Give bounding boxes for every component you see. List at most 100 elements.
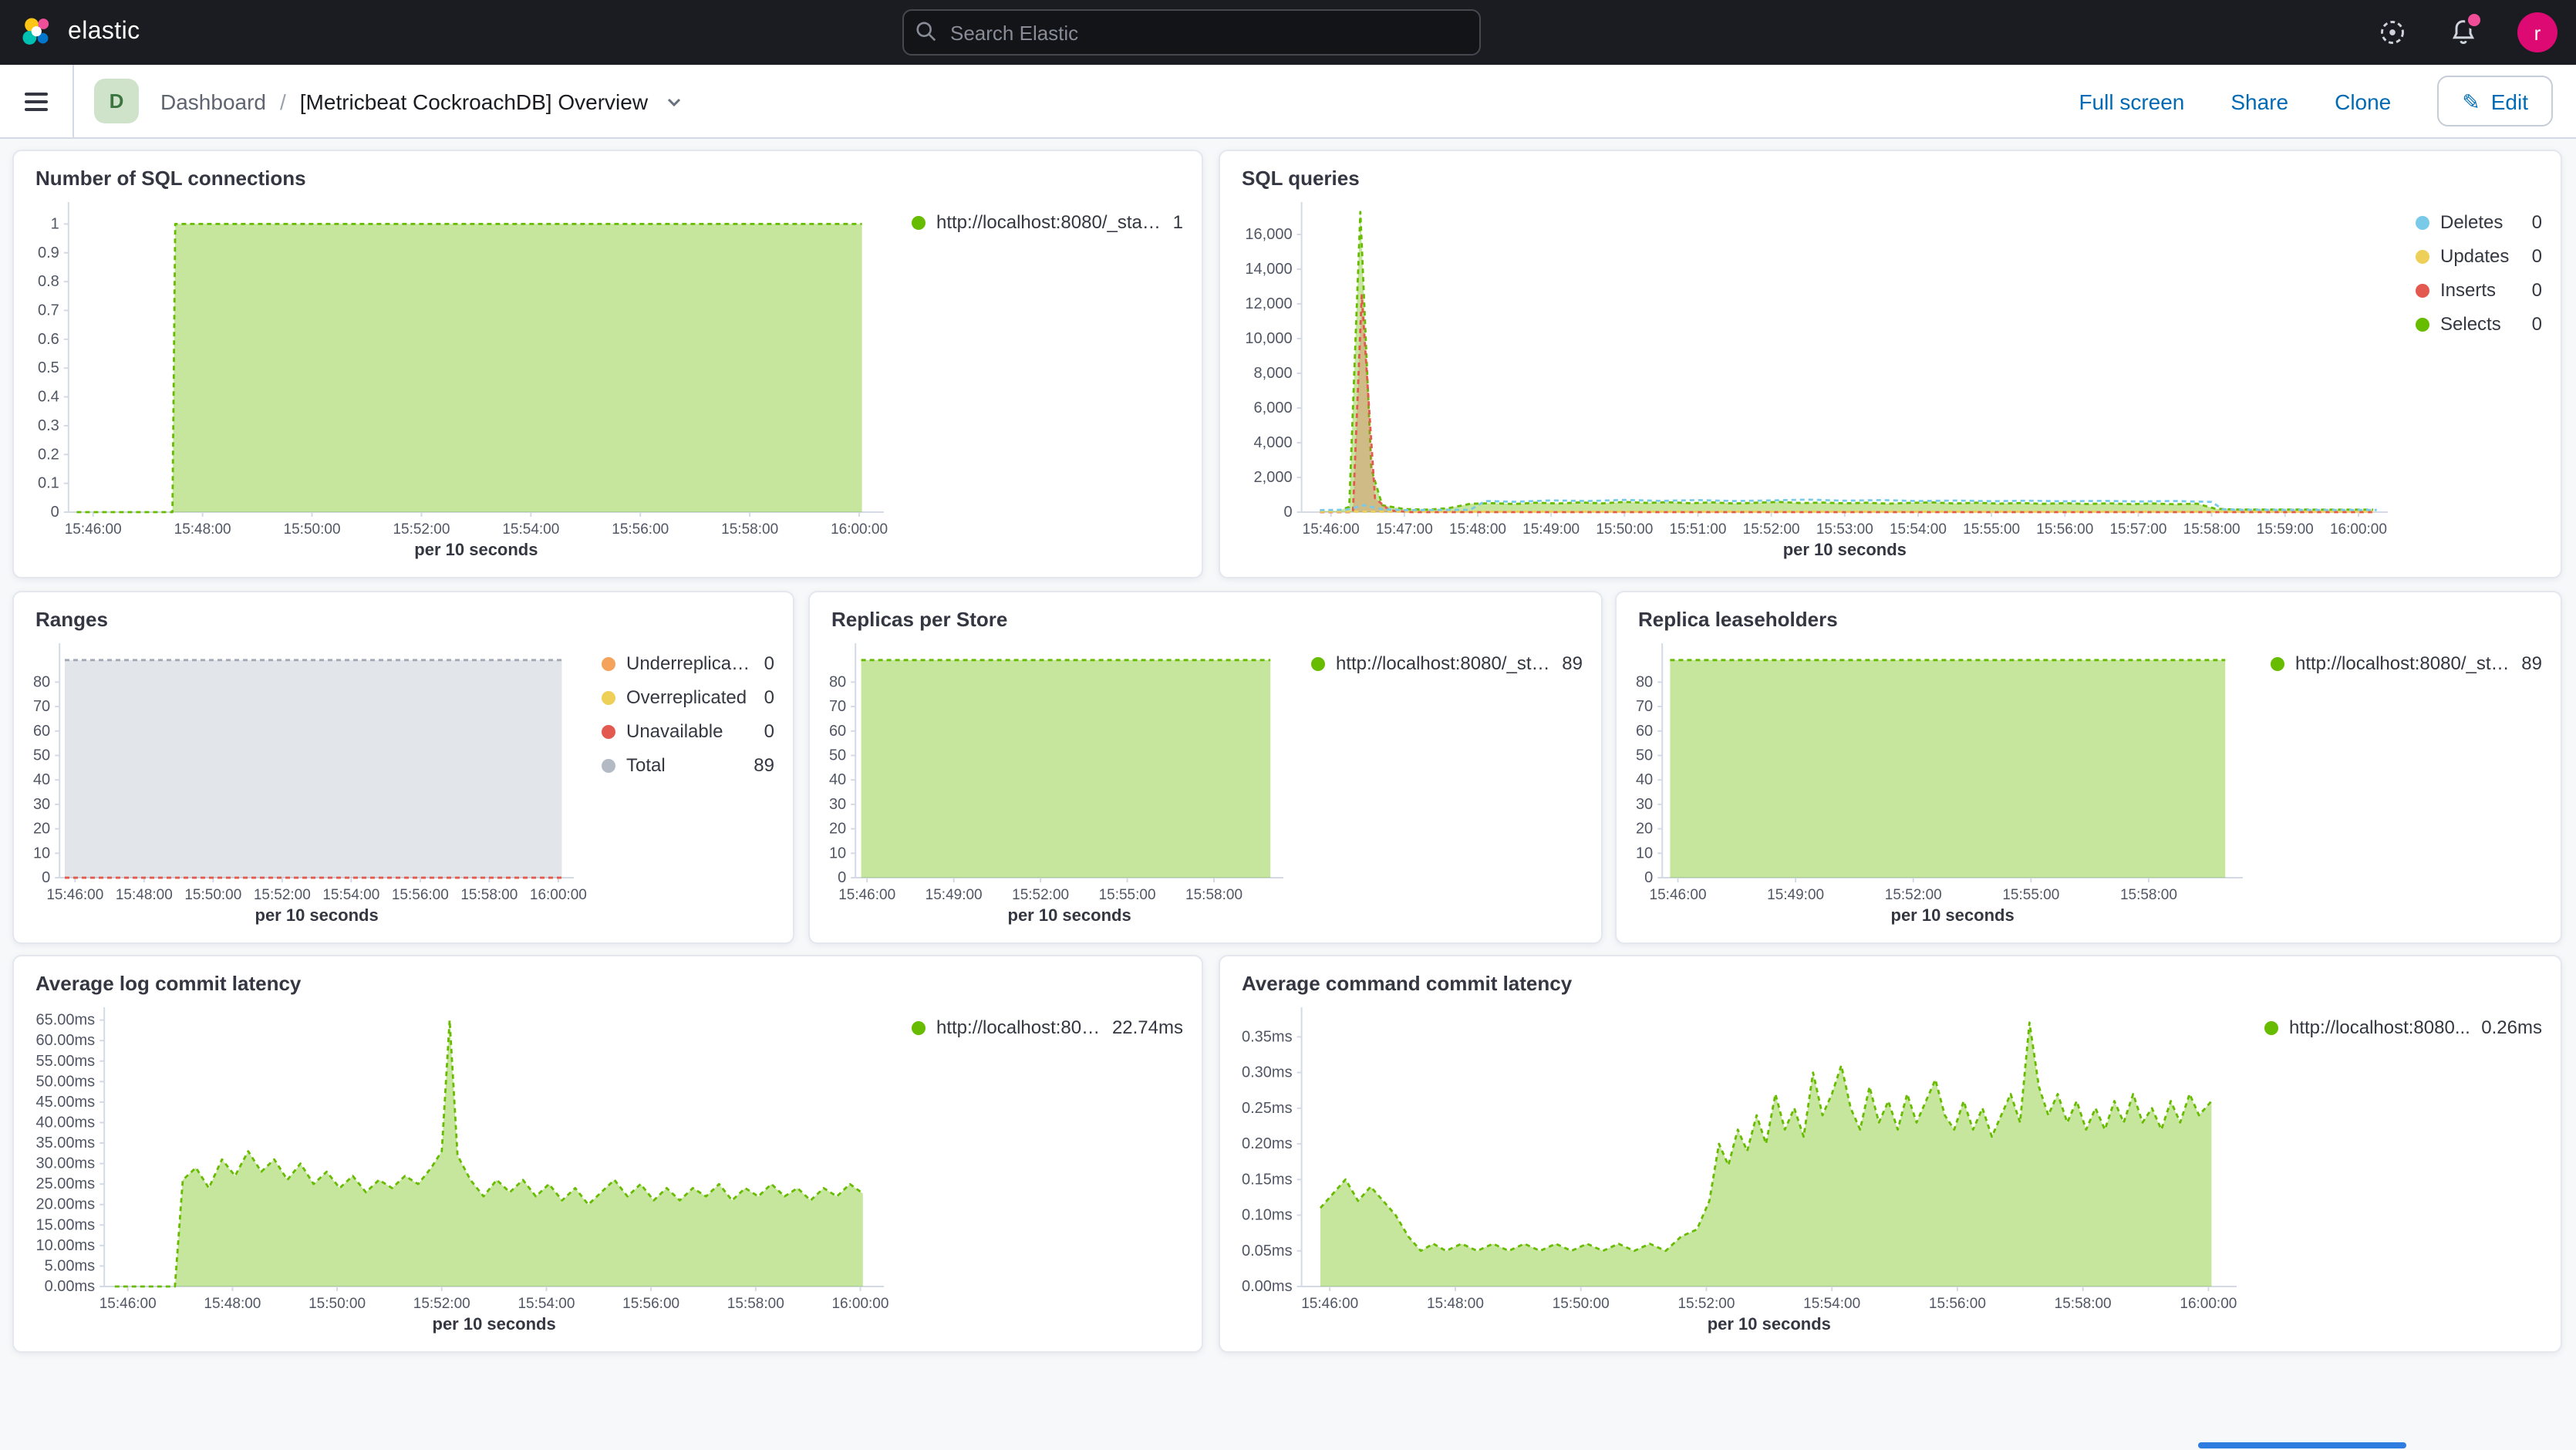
chart-legend: http://localhost:8080/_sta...89 (1299, 634, 1589, 930)
svg-text:15:51:00: 15:51:00 (1669, 521, 1726, 538)
svg-text:15:58:00: 15:58:00 (721, 521, 778, 538)
chart-canvas[interactable]: 02,0004,0006,0008,00010,00012,00014,0001… (1226, 193, 2403, 565)
search-input[interactable] (902, 9, 1481, 56)
svg-text:15:54:00: 15:54:00 (1803, 1296, 1860, 1312)
svg-text:0.7: 0.7 (38, 302, 59, 319)
chart-canvas[interactable]: 0102030405060708015:46:0015:49:0015:52:0… (1623, 634, 2258, 930)
svg-text:15:46:00: 15:46:00 (65, 521, 122, 538)
svg-text:50: 50 (33, 747, 50, 764)
share-button[interactable]: Share (2230, 89, 2288, 113)
legend-label: http://localhost:808... (936, 1017, 1101, 1038)
svg-text:80: 80 (33, 673, 50, 690)
svg-text:15:56:00: 15:56:00 (622, 1296, 679, 1312)
legend-label: http://localhost:8080/_stat... (936, 211, 1162, 233)
chart-legend: Underreplicated0 Overreplicated0 Unavailab… (589, 634, 781, 930)
legend-item[interactable]: http://localhost:808... 22.74ms (912, 1017, 1183, 1038)
global-header: elastic r (0, 0, 2576, 65)
svg-text:15:58:00: 15:58:00 (1185, 887, 1242, 903)
svg-text:15:54:00: 15:54:00 (502, 521, 559, 538)
chart-canvas[interactable]: 0.00ms5.00ms10.00ms15.00ms20.00ms25.00ms… (20, 998, 899, 1339)
svg-text:per 10 seconds: per 10 seconds (1891, 905, 2015, 925)
legend-label: http://localhost:8080/_sta... (1336, 652, 1551, 674)
svg-text:30: 30 (33, 796, 50, 813)
legend-item[interactable]: http://localhost:8080...0.26ms (2264, 1017, 2542, 1038)
svg-text:30.00ms: 30.00ms (35, 1155, 95, 1172)
user-avatar[interactable]: r (2517, 12, 2557, 52)
svg-text:per 10 seconds: per 10 seconds (1008, 905, 1131, 925)
notification-dot (2465, 11, 2483, 29)
legend-item[interactable]: http://localhost:8080/_sta...89 (2271, 652, 2542, 674)
svg-text:15:46:00: 15:46:00 (1650, 887, 1707, 903)
svg-text:15:52:00: 15:52:00 (1885, 887, 1942, 903)
legend-item[interactable]: Unavailable0 (602, 720, 774, 742)
svg-text:15:55:00: 15:55:00 (1963, 521, 2020, 538)
svg-text:16:00:00: 16:00:00 (2330, 521, 2387, 538)
elastic-logo-icon (20, 15, 54, 49)
space-badge[interactable]: D (94, 79, 139, 123)
legend-item[interactable]: http://localhost:8080/_stat...1 (912, 211, 1183, 233)
chart-canvas[interactable]: 0.00ms0.05ms0.10ms0.15ms0.20ms0.25ms0.30… (1226, 998, 2252, 1339)
svg-text:15:46:00: 15:46:00 (838, 887, 895, 903)
legend-color-dot (2416, 317, 2429, 331)
svg-text:70: 70 (1636, 698, 1653, 715)
svg-text:15:46:00: 15:46:00 (99, 1296, 157, 1312)
svg-text:0.15ms: 0.15ms (1242, 1171, 1293, 1188)
svg-text:16:00:00: 16:00:00 (2180, 1296, 2237, 1312)
svg-text:0.20ms: 0.20ms (1242, 1135, 1293, 1152)
toolbar-actions: Full screen Share Clone ✎ Edit (2079, 76, 2576, 126)
chart-canvas[interactable]: 0102030405060708015:46:0015:49:0015:52:0… (816, 634, 1299, 930)
chart-legend: Deletes0 Updates0 Inserts0 Selects0 (2403, 193, 2548, 565)
kibana-app: elastic r (0, 0, 2576, 1448)
svg-text:15:58:00: 15:58:00 (2183, 521, 2241, 538)
full-screen-button[interactable]: Full screen (2079, 89, 2184, 113)
legend-label: http://localhost:8080... (2289, 1017, 2470, 1038)
svg-text:15:52:00: 15:52:00 (1677, 1296, 1735, 1312)
panel-title: Average log commit latency (14, 956, 1202, 995)
svg-text:15:48:00: 15:48:00 (1427, 1296, 1484, 1312)
legend-color-dot (2416, 215, 2429, 229)
svg-text:per 10 seconds: per 10 seconds (255, 905, 379, 925)
svg-text:6,000: 6,000 (1254, 400, 1293, 416)
chart-canvas[interactable]: 0102030405060708015:46:0015:48:0015:50:0… (20, 634, 589, 930)
legend-item[interactable]: Selects0 (2416, 313, 2542, 335)
breadcrumb-dashboard-link[interactable]: Dashboard (160, 89, 266, 113)
edit-button[interactable]: ✎ Edit (2437, 76, 2553, 126)
svg-text:0.3: 0.3 (38, 417, 59, 434)
svg-text:45.00ms: 45.00ms (35, 1094, 95, 1111)
title-chevron-down-icon[interactable] (665, 92, 683, 110)
legend-label: Total (626, 754, 743, 776)
svg-text:15:52:00: 15:52:00 (393, 521, 450, 538)
clone-button[interactable]: Clone (2335, 89, 2391, 113)
legend-item[interactable]: Underreplicated0 (602, 652, 774, 674)
svg-text:40.00ms: 40.00ms (35, 1114, 95, 1131)
legend-item[interactable]: Total89 (602, 754, 774, 776)
cloud-icon[interactable] (2375, 15, 2409, 49)
svg-text:25.00ms: 25.00ms (35, 1175, 95, 1192)
hamburger-menu-icon[interactable] (0, 65, 74, 137)
svg-text:0.10ms: 0.10ms (1242, 1207, 1293, 1224)
svg-text:30: 30 (829, 796, 846, 813)
notifications-bell-icon[interactable] (2446, 15, 2480, 49)
elastic-brand[interactable]: elastic (0, 15, 140, 49)
legend-item[interactable]: Deletes0 (2416, 211, 2542, 233)
legend-value: 0 (2532, 313, 2542, 335)
svg-text:40: 40 (829, 771, 846, 788)
legend-label: http://localhost:8080/_sta... (2295, 652, 2510, 674)
svg-text:0.2: 0.2 (38, 446, 59, 463)
legend-item[interactable]: Overreplicated0 (602, 686, 774, 708)
chart-canvas[interactable]: 00.10.20.30.40.50.60.70.80.9115:46:0015:… (20, 193, 899, 565)
breadcrumb-separator: / (280, 89, 286, 113)
svg-text:0.6: 0.6 (38, 331, 59, 348)
search-icon (915, 20, 938, 43)
horizontal-scrollbar-thumb[interactable] (2198, 1442, 2406, 1448)
svg-text:1: 1 (51, 215, 59, 232)
svg-text:0.30ms: 0.30ms (1242, 1064, 1293, 1081)
legend-item[interactable]: http://localhost:8080/_sta...89 (1311, 652, 1583, 674)
svg-text:per 10 seconds: per 10 seconds (414, 540, 538, 559)
svg-text:15:46:00: 15:46:00 (46, 887, 103, 903)
legend-item[interactable]: Inserts0 (2416, 279, 2542, 301)
legend-value: 22.74ms (1112, 1017, 1183, 1038)
svg-text:14,000: 14,000 (1245, 261, 1292, 278)
legend-item[interactable]: Updates0 (2416, 245, 2542, 267)
svg-text:15:58:00: 15:58:00 (2120, 887, 2177, 903)
